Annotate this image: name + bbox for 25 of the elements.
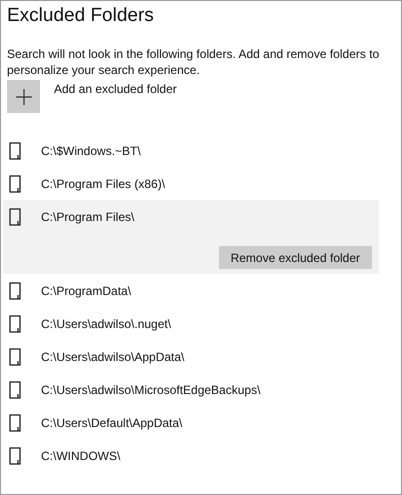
folder-icon bbox=[9, 348, 22, 366]
folder-icon bbox=[9, 414, 22, 432]
folder-path[interactable]: C:\Users\Default\AppData\ bbox=[41, 416, 182, 430]
page-title: Excluded Folders bbox=[7, 4, 155, 28]
folder-icon bbox=[9, 314, 22, 332]
folder-path[interactable]: C:\Program Files (x86)\ bbox=[41, 176, 166, 190]
add-folder-label[interactable]: Add an excluded folder bbox=[54, 82, 177, 96]
description-text: Search will not look in the following folders. Add and remove folders to personalize your search experience. bbox=[7, 46, 380, 78]
plus-icon bbox=[16, 88, 32, 104]
remove-folder-button[interactable]: Remove excluded folder bbox=[218, 246, 372, 269]
add-folder-button[interactable] bbox=[7, 80, 40, 113]
folder-path[interactable]: C:\Users\adwilso\AppData\ bbox=[41, 350, 184, 364]
folder-icon bbox=[9, 380, 22, 398]
folder-icon bbox=[9, 446, 22, 464]
folder-path[interactable]: C:\ProgramData\ bbox=[41, 284, 132, 298]
folder-path[interactable]: C:\WINDOWS\ bbox=[41, 448, 120, 462]
folder-icon bbox=[9, 174, 22, 192]
selected-folder-item[interactable]: C:\Program Files\ Remove excluded folder bbox=[3, 200, 379, 274]
folder-path[interactable]: C:\Program Files\ bbox=[41, 210, 134, 224]
folder-path[interactable]: C:\Users\adwilso\MicrosoftEdgeBackups\ bbox=[41, 382, 260, 396]
folder-path[interactable]: C:\$Windows.~BT\ bbox=[41, 144, 141, 158]
folder-path[interactable]: C:\Users\adwilso\.nuget\ bbox=[41, 316, 172, 330]
folder-icon bbox=[9, 208, 22, 226]
folder-icon bbox=[9, 142, 22, 160]
folder-icon bbox=[9, 282, 22, 300]
